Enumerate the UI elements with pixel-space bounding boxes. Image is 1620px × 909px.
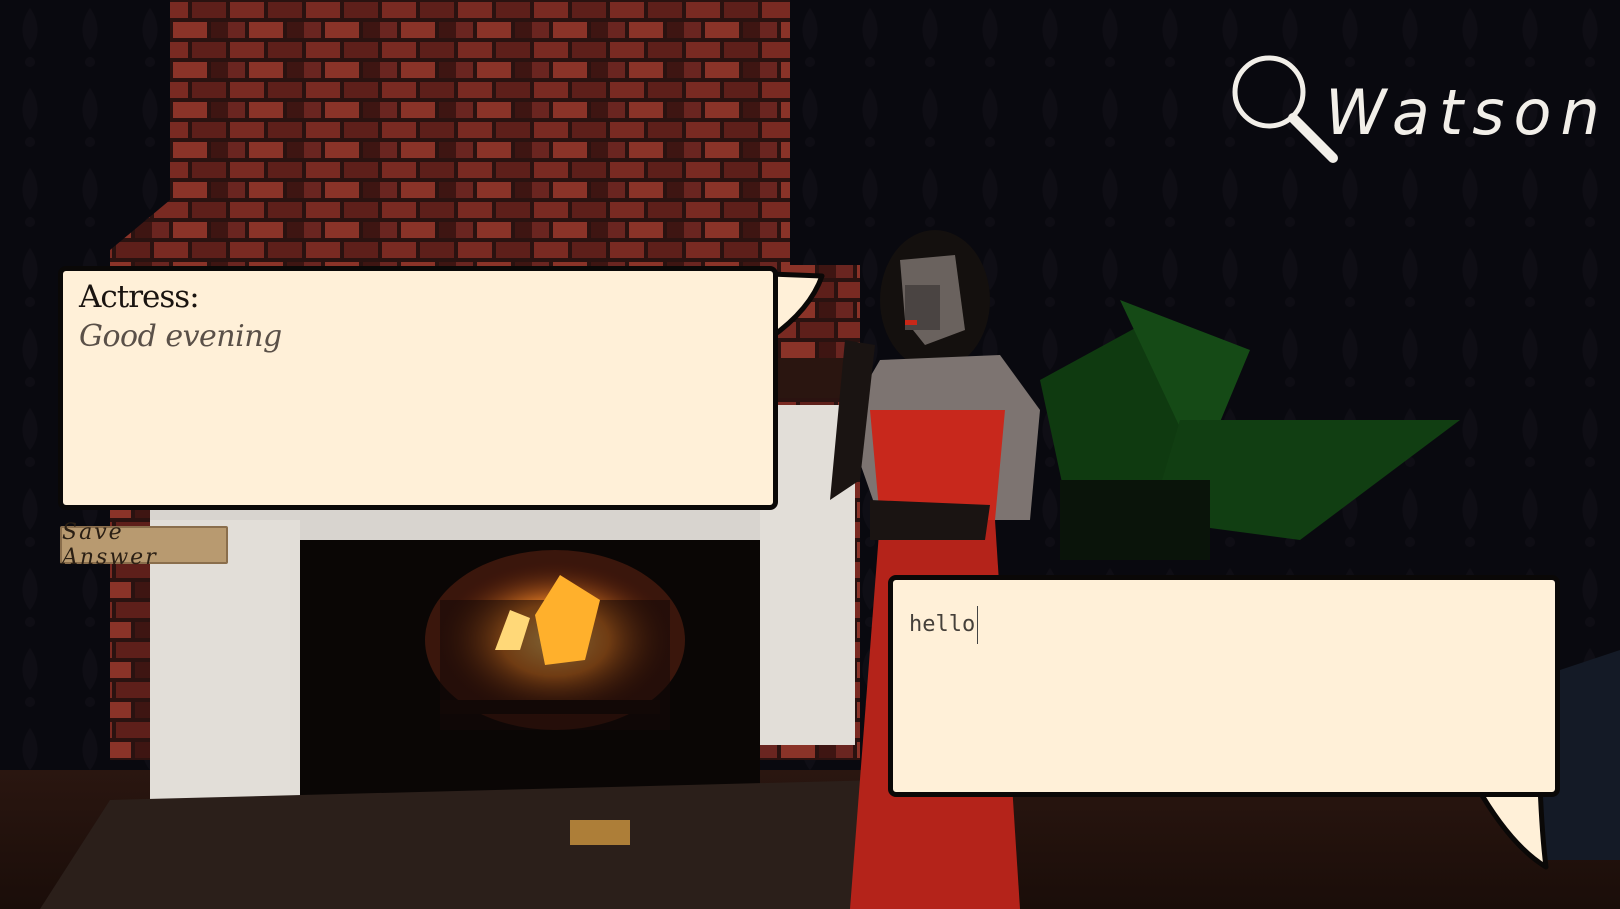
npc-dialogue-bubble: Actress: Good evening bbox=[58, 266, 778, 510]
save-answer-button[interactable]: Save Answer bbox=[60, 520, 228, 570]
text-caret bbox=[977, 606, 978, 644]
npc-bubble-tail bbox=[770, 271, 825, 341]
app-title: Watson bbox=[1325, 76, 1609, 149]
player-answer-bubble bbox=[888, 575, 1560, 797]
answer-input[interactable] bbox=[909, 604, 1529, 644]
watson-logo: Watson bbox=[1225, 48, 1600, 178]
speaker-name: Actress: bbox=[79, 279, 200, 315]
player-bubble-tail bbox=[1473, 785, 1549, 870]
npc-dialogue-text: Good evening bbox=[79, 319, 282, 354]
